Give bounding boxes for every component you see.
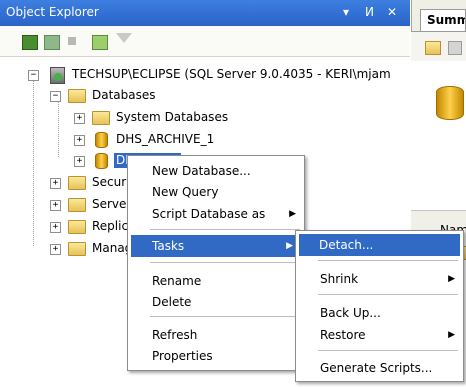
collapse-icon[interactable]: − [50,91,61,102]
menu-item-restore[interactable]: Restore ▶ [296,324,463,346]
folder-icon [68,89,86,103]
menu-separator [318,350,458,351]
submenu-arrow-icon: ▶ [448,330,455,340]
submenu-arrow-icon: ▶ [448,274,455,284]
expand-icon[interactable]: + [74,113,85,124]
object-explorer-titlebar: Object Explorer ▾ ⵍ ✕ [0,0,410,26]
object-explorer-toolbar [0,26,410,57]
database-large-icon [436,86,464,120]
tasks-submenu: Detach... Shrink ▶ Back Up... Restore ▶ … [295,230,464,382]
filter-icon[interactable] [116,33,132,43]
menu-separator [150,316,300,317]
system-databases-label: System Databases [116,110,229,124]
context-menu: New Database... New Query Script Databas… [127,155,305,371]
database-icon [95,132,108,148]
folder-icon [68,198,86,212]
folder-icon [68,176,86,190]
menu-item-script-database-as[interactable]: Script Database as ▶ [128,203,304,225]
database-icon [95,153,108,169]
menu-item-detach[interactable]: Detach... [299,234,460,256]
expand-icon[interactable]: + [74,135,85,146]
expand-icon[interactable]: + [50,244,61,255]
menu-item-refresh[interactable]: Refresh [128,324,304,346]
folder-icon [68,242,86,256]
menu-separator [150,262,300,263]
menu-separator [318,294,458,295]
menu-item-properties[interactable]: Properties [128,345,304,367]
menu-separator [318,260,458,261]
expand-icon[interactable]: + [50,200,61,211]
expand-icon[interactable]: + [74,156,85,167]
submenu-arrow-icon: ▶ [286,241,293,251]
menu-item-new-database[interactable]: New Database... [128,160,304,182]
menu-item-tasks[interactable]: Tasks ▶ [131,235,301,257]
databases-label: Databases [92,88,156,102]
up-folder-icon[interactable] [425,41,441,55]
dropdown-icon[interactable]: ▾ [343,5,349,19]
menu-item-new-query[interactable]: New Query [128,181,304,203]
menu-item-back-up[interactable]: Back Up... [296,302,463,324]
server-label: TECHSUP\ECLIPSE (SQL Server 9.0.4035 - K… [72,67,391,81]
menu-item-shrink[interactable]: Shrink ▶ [296,268,463,290]
folder-icon [92,111,110,125]
sync-icon[interactable] [448,41,462,55]
server-running-icon [54,73,62,81]
panel-title: Object Explorer [6,5,99,19]
menu-item-generate-scripts[interactable]: Generate Scripts... [296,357,463,379]
tab-summary[interactable]: Summary [420,9,466,31]
menu-item-rename[interactable]: Rename [128,270,304,292]
menu-separator [150,229,300,230]
folder-icon [68,220,86,234]
database-label: DHS_ARCHIVE_1 [116,132,215,146]
menu-item-delete[interactable]: Delete [128,291,304,313]
expand-icon[interactable]: + [50,178,61,189]
expand-icon[interactable]: + [50,222,61,233]
stop-icon[interactable] [68,37,76,45]
close-icon[interactable]: ✕ [387,5,397,19]
pin-icon[interactable]: ⵍ [365,5,374,19]
collapse-icon[interactable]: − [28,70,39,81]
connect-icon[interactable] [22,35,38,50]
submenu-arrow-icon: ▶ [289,209,296,219]
disconnect-icon[interactable] [44,35,60,50]
refresh-icon[interactable] [92,35,108,50]
